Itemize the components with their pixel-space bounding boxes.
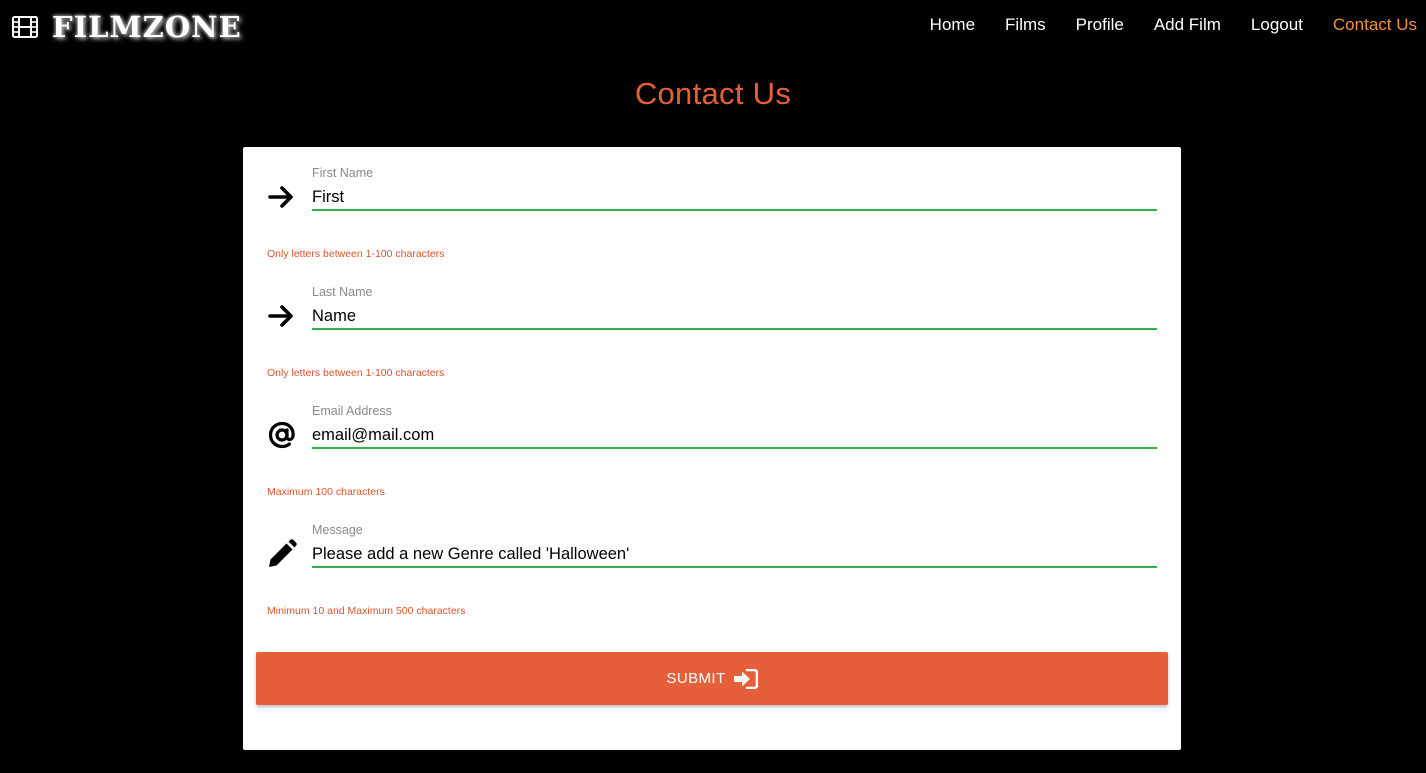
last-name-input[interactable]	[312, 304, 1157, 330]
pencil-icon	[269, 539, 297, 567]
nav-item-films[interactable]: Films	[1005, 15, 1046, 35]
sign-in-icon	[733, 668, 758, 689]
message-field-group: Message Minimum 10 and Maximum 500 chara…	[267, 511, 1157, 617]
message-label: Message	[312, 523, 363, 537]
first-name-label: First Name	[312, 166, 374, 180]
contact-form-card: First Name Only letters between 1-100 ch…	[243, 147, 1181, 750]
arrow-right-icon	[268, 305, 293, 327]
brand-name: FILMZONE	[52, 10, 242, 44]
nav-item-logout[interactable]: Logout	[1251, 15, 1303, 35]
message-hint: Minimum 10 and Maximum 500 characters	[267, 605, 466, 617]
email-hint: Maximum 100 characters	[267, 486, 385, 498]
top-navbar: FILMZONE Home Films Profile Add Film Log…	[0, 0, 1426, 54]
brand-logo[interactable]: FILMZONE	[12, 10, 242, 44]
nav-item-add-film[interactable]: Add Film	[1154, 15, 1221, 35]
email-field-group: Email Address Maximum 100 characters	[267, 392, 1157, 498]
nav-item-home[interactable]: Home	[930, 15, 975, 35]
at-sign-icon	[268, 421, 295, 449]
last-name-field-group: Last Name Only letters between 1-100 cha…	[267, 273, 1157, 379]
message-input[interactable]	[312, 542, 1157, 568]
page-title: Contact Us	[634, 76, 792, 111]
nav-links: Home Films Profile Add Film Logout Conta…	[930, 15, 1417, 35]
arrow-right-icon	[268, 186, 293, 208]
film-icon	[12, 16, 38, 38]
nav-item-profile[interactable]: Profile	[1076, 15, 1124, 35]
last-name-label: Last Name	[312, 285, 373, 299]
email-label: Email Address	[312, 404, 392, 418]
submit-button[interactable]: SUBMIT	[256, 652, 1168, 705]
submit-label: SUBMIT	[666, 670, 726, 687]
nav-item-contact-us[interactable]: Contact Us	[1333, 15, 1417, 35]
last-name-hint: Only letters between 1-100 characters	[267, 367, 445, 379]
first-name-hint: Only letters between 1-100 characters	[267, 248, 445, 260]
email-input[interactable]	[312, 423, 1157, 449]
first-name-input[interactable]	[312, 185, 1157, 211]
first-name-field-group: First Name Only letters between 1-100 ch…	[267, 154, 1157, 260]
